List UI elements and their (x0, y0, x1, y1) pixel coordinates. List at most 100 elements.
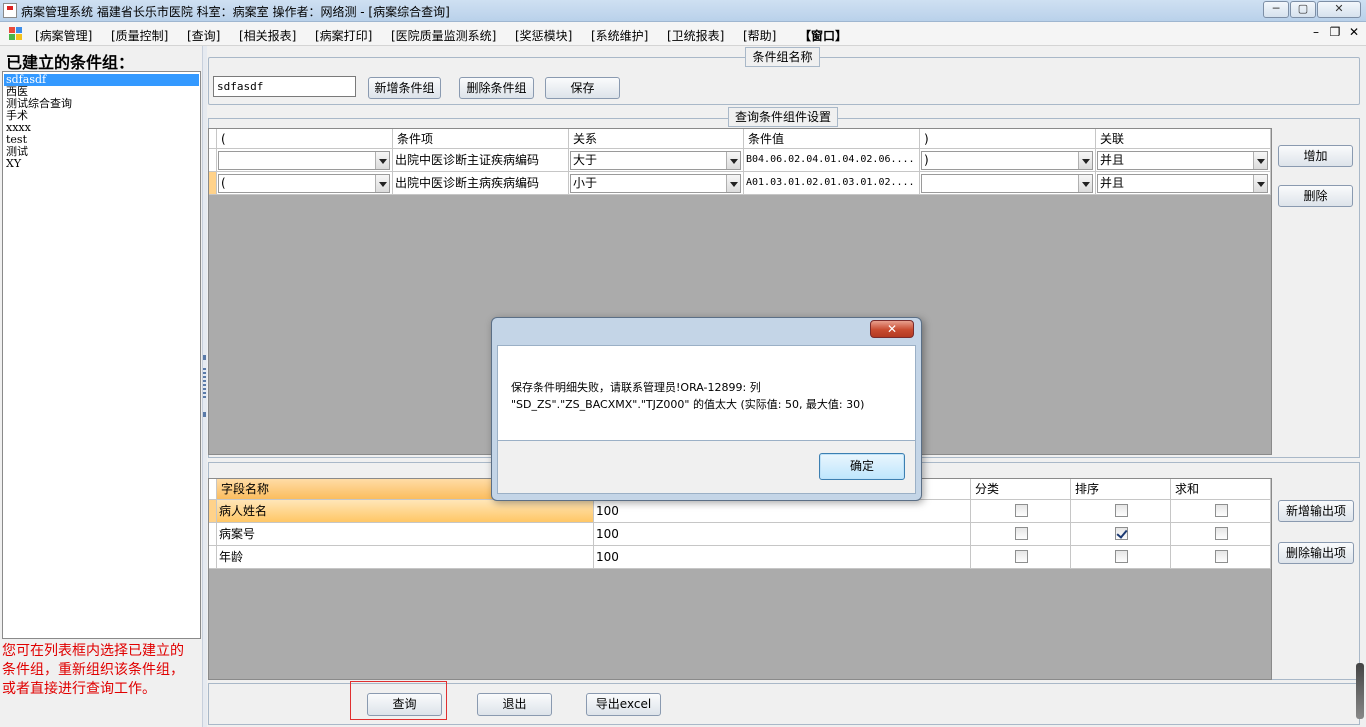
row-header[interactable] (209, 149, 217, 172)
table-cell[interactable]: 100 (594, 500, 971, 523)
delete-group-button[interactable]: 删除条件组 (459, 77, 534, 99)
close-paren-select[interactable] (921, 174, 1093, 193)
menu-jiangcheng[interactable]: [奖惩模块] (515, 27, 572, 44)
table-cell[interactable] (920, 172, 1096, 195)
table-cell[interactable]: ) (920, 149, 1096, 172)
chevron-down-icon[interactable] (1253, 152, 1267, 169)
dialog-close-button[interactable]: ✕ (870, 320, 914, 338)
column-header-open-paren[interactable]: ( (217, 129, 393, 149)
column-header-sort[interactable]: 排序 (1071, 479, 1171, 500)
scrollbar[interactable] (1356, 663, 1364, 719)
row-header[interactable] (209, 523, 217, 546)
relation-select[interactable]: 大于 (570, 151, 741, 170)
chevron-down-icon[interactable] (1253, 175, 1267, 192)
list-item[interactable]: 测试 (4, 146, 199, 158)
table-cell[interactable] (1071, 500, 1171, 523)
exit-button[interactable]: 退出 (477, 693, 552, 716)
column-header-relation[interactable]: 关系 (569, 129, 744, 149)
mdi-close-button[interactable]: ✕ (1347, 25, 1361, 39)
table-cell[interactable] (971, 500, 1071, 523)
menu-bangzhu[interactable]: [帮助] (743, 27, 776, 44)
chevron-down-icon[interactable] (375, 175, 389, 192)
add-condition-button[interactable]: 增加 (1278, 145, 1353, 167)
open-paren-select[interactable] (218, 151, 390, 170)
table-cell[interactable]: 并且 (1096, 149, 1271, 172)
list-item[interactable]: xxxx (4, 122, 199, 134)
ok-button[interactable]: 确定 (819, 453, 905, 480)
menu-chuangkou[interactable]: 【窗口】 (799, 27, 847, 44)
sum-checkbox[interactable] (1215, 527, 1228, 540)
table-cell[interactable]: 年龄 (217, 546, 594, 569)
mdi-system-menu-icon[interactable] (9, 27, 23, 40)
row-header[interactable] (209, 172, 217, 195)
table-cell[interactable]: 100 (594, 523, 971, 546)
close-paren-select[interactable]: ) (921, 151, 1093, 170)
category-checkbox[interactable] (1015, 504, 1028, 517)
category-checkbox[interactable] (1015, 527, 1028, 540)
column-header-close-paren[interactable]: ) (920, 129, 1096, 149)
mdi-minimize-button[interactable]: – (1309, 25, 1323, 39)
link-select[interactable]: 并且 (1097, 174, 1268, 193)
table-cell[interactable]: B04.06.02.04.01.04.02.06.... (744, 149, 920, 172)
table-cell[interactable]: 病人姓名 (217, 500, 594, 523)
maximize-button[interactable]: ▢ (1290, 1, 1316, 18)
sort-checkbox[interactable] (1115, 550, 1128, 563)
output-grid[interactable]: 字段名称 分类 排序 求和 病人姓名 100 病案号 100 年龄 100 (208, 478, 1272, 680)
row-header[interactable] (209, 500, 217, 523)
add-output-button[interactable]: 新增输出项 (1278, 500, 1354, 522)
open-paren-select[interactable]: ( (218, 174, 390, 193)
chevron-down-icon[interactable] (726, 175, 740, 192)
table-cell[interactable] (1071, 523, 1171, 546)
table-cell[interactable]: A01.03.01.02.01.03.01.02.... (744, 172, 920, 195)
table-cell[interactable] (217, 149, 393, 172)
list-item[interactable]: 手术 (4, 110, 199, 122)
save-button[interactable]: 保存 (545, 77, 620, 99)
group-name-input[interactable]: sdfasdf (213, 76, 356, 97)
list-item[interactable]: test (4, 134, 199, 146)
sort-checkbox[interactable] (1115, 504, 1128, 517)
list-item[interactable]: sdfasdf (4, 74, 199, 86)
relation-select[interactable]: 小于 (570, 174, 741, 193)
menu-yiyuan-zhiliang[interactable]: [医院质量监测系统] (391, 27, 496, 44)
table-cell[interactable] (1171, 523, 1271, 546)
close-button[interactable]: ✕ (1317, 1, 1361, 18)
column-header-item[interactable]: 条件项 (393, 129, 569, 149)
chevron-down-icon[interactable] (1078, 175, 1092, 192)
table-cell[interactable] (971, 546, 1071, 569)
menu-weitong-baobiao[interactable]: [卫统报表] (667, 27, 724, 44)
sum-checkbox[interactable] (1215, 550, 1228, 563)
table-cell[interactable]: 小于 (569, 172, 744, 195)
table-cell[interactable]: 出院中医诊断主证疾病编码 (393, 149, 569, 172)
table-cell[interactable]: 出院中医诊断主病疾病编码 (393, 172, 569, 195)
list-item[interactable]: 测试综合查询 (4, 98, 199, 110)
delete-output-button[interactable]: 删除输出项 (1278, 542, 1354, 564)
chevron-down-icon[interactable] (1078, 152, 1092, 169)
menu-bingan-dayin[interactable]: [病案打印] (315, 27, 372, 44)
chevron-down-icon[interactable] (375, 152, 389, 169)
menu-xitong-weihu[interactable]: [系统维护] (591, 27, 648, 44)
delete-condition-button[interactable]: 删除 (1278, 185, 1353, 207)
query-button[interactable]: 查询 (367, 693, 442, 716)
table-cell[interactable]: 并且 (1096, 172, 1271, 195)
table-cell[interactable]: 大于 (569, 149, 744, 172)
table-cell[interactable] (1071, 546, 1171, 569)
column-header-link[interactable]: 关联 (1096, 129, 1271, 149)
menu-zhiliang-kongzhi[interactable]: [质量控制] (111, 27, 168, 44)
table-cell[interactable]: ( (217, 172, 393, 195)
row-header[interactable] (209, 546, 217, 569)
link-select[interactable]: 并且 (1097, 151, 1268, 170)
sort-checkbox[interactable] (1115, 527, 1128, 540)
condition-group-list[interactable]: sdfasdf 西医 测试综合查询 手术 xxxx test 测试 XY (2, 71, 201, 639)
table-cell[interactable]: 100 (594, 546, 971, 569)
column-header-sum[interactable]: 求和 (1171, 479, 1271, 500)
minimize-button[interactable]: ─ (1263, 1, 1289, 18)
table-cell[interactable] (1171, 500, 1271, 523)
column-header-value[interactable]: 条件值 (744, 129, 920, 149)
mdi-restore-button[interactable]: ❐ (1328, 25, 1342, 39)
table-cell[interactable] (971, 523, 1071, 546)
category-checkbox[interactable] (1015, 550, 1028, 563)
table-cell[interactable]: 病案号 (217, 523, 594, 546)
column-header-category[interactable]: 分类 (971, 479, 1071, 500)
table-cell[interactable] (1171, 546, 1271, 569)
menu-xiangguan-baobiao[interactable]: [相关报表] (239, 27, 296, 44)
